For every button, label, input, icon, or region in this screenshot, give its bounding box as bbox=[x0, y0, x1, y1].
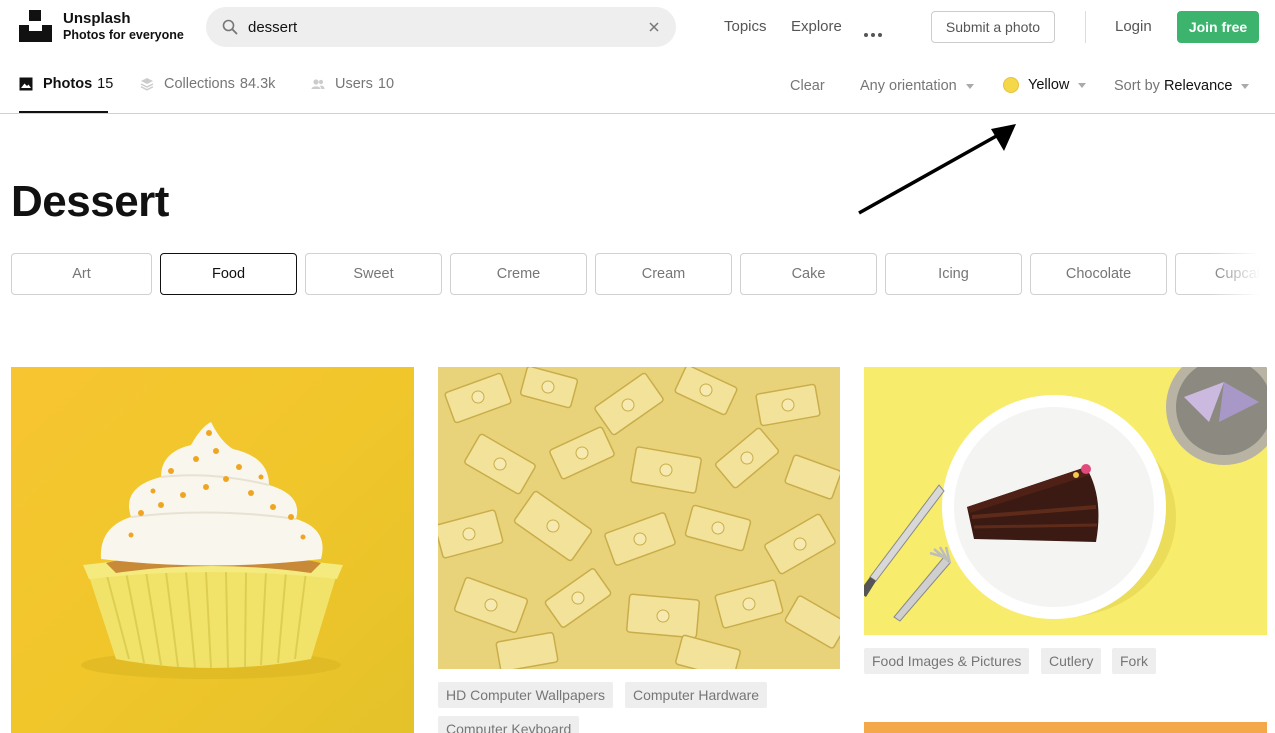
clear-filters-button[interactable]: Clear bbox=[790, 78, 825, 94]
users-icon bbox=[311, 79, 325, 89]
tab-users-count: 10 bbox=[377, 76, 395, 92]
tab-collections-label: Collections bbox=[164, 76, 235, 92]
tab-collections-count: 84.3k bbox=[239, 76, 276, 92]
chip-cake[interactable]: Cake bbox=[740, 253, 877, 295]
chip-creme[interactable]: Creme bbox=[450, 253, 587, 295]
tag-fork[interactable]: Fork bbox=[1112, 648, 1156, 674]
brand-tagline: Photos for everyone bbox=[63, 28, 184, 42]
chevron-down-icon bbox=[965, 83, 974, 89]
active-tab-indicator bbox=[19, 111, 108, 113]
chip-icing[interactable]: Icing bbox=[885, 253, 1022, 295]
tab-users-label: Users bbox=[335, 76, 373, 92]
yellow-swatch-icon bbox=[1003, 77, 1019, 93]
tab-collections[interactable]: Collections 84.3k bbox=[140, 54, 275, 114]
tag-computer-keyboard[interactable]: Computer Keyboard bbox=[438, 716, 580, 733]
chip-food[interactable]: Food bbox=[160, 253, 297, 295]
clear-search-icon[interactable] bbox=[646, 19, 662, 35]
orientation-filter[interactable]: Any orientation bbox=[860, 78, 974, 94]
more-menu-icon[interactable] bbox=[864, 24, 886, 37]
sort-filter[interactable]: Sort by Relevance bbox=[1114, 78, 1250, 94]
chevron-down-icon bbox=[1078, 82, 1087, 88]
join-free-button[interactable]: Join free bbox=[1177, 11, 1259, 43]
tab-photos-label: Photos bbox=[43, 76, 93, 92]
chip-cream[interactable]: Cream bbox=[595, 253, 732, 295]
tag-hd-computer-wallpapers[interactable]: HD Computer Wallpapers bbox=[438, 682, 613, 708]
nav-topics[interactable]: Topics bbox=[724, 18, 767, 35]
page-title: Dessert bbox=[11, 177, 169, 226]
related-searches: Art Food Sweet Creme Cream Cake Icing Ch… bbox=[11, 253, 1269, 296]
submit-photo-button[interactable]: Submit a photo bbox=[931, 11, 1055, 43]
image-icon bbox=[19, 77, 33, 91]
search-input[interactable] bbox=[248, 15, 628, 39]
top-header: Unsplash Photos for everyone Topics Expl… bbox=[0, 0, 1275, 54]
header-divider bbox=[1085, 11, 1086, 43]
tag-cutlery[interactable]: Cutlery bbox=[1041, 648, 1102, 674]
search-bar[interactable] bbox=[206, 7, 676, 47]
sort-prefix: Sort by bbox=[1114, 78, 1160, 94]
photo-cupcake[interactable] bbox=[11, 367, 414, 733]
login-link[interactable]: Login bbox=[1115, 18, 1152, 35]
collections-icon bbox=[140, 78, 154, 91]
photo-cake-tags: Food Images & Pictures Cutlery Fork bbox=[864, 648, 1267, 676]
unsplash-logo-icon[interactable] bbox=[19, 10, 52, 42]
tab-users[interactable]: Users 10 bbox=[311, 54, 394, 114]
color-filter-label: Yellow bbox=[1028, 77, 1070, 93]
tag-computer-hardware[interactable]: Computer Hardware bbox=[625, 682, 768, 708]
chevron-down-icon bbox=[1241, 83, 1250, 89]
annotation-arrow-icon bbox=[858, 124, 1016, 215]
sort-value: Relevance bbox=[1163, 78, 1233, 94]
search-icon[interactable] bbox=[222, 19, 238, 35]
tag-food-images-pictures[interactable]: Food Images & Pictures bbox=[864, 648, 1030, 674]
chip-sweet[interactable]: Sweet bbox=[305, 253, 442, 295]
photo-bricks-tags: HD Computer Wallpapers Computer Hardware… bbox=[438, 682, 840, 733]
search-tabs-bar: Photos 15 Collections 84.3k Users 10 Cle… bbox=[0, 54, 1275, 114]
photo-next-partial[interactable] bbox=[864, 722, 1267, 733]
photo-yellow-bricks[interactable] bbox=[438, 367, 840, 669]
brand-name[interactable]: Unsplash bbox=[63, 10, 131, 27]
nav-explore[interactable]: Explore bbox=[791, 18, 842, 35]
chips-scroll-fade bbox=[1209, 253, 1269, 296]
tab-photos[interactable]: Photos 15 bbox=[19, 54, 113, 114]
orientation-filter-label: Any orientation bbox=[860, 78, 957, 94]
photo-chocolate-cake[interactable] bbox=[864, 367, 1267, 635]
chip-chocolate[interactable]: Chocolate bbox=[1030, 253, 1167, 295]
tab-photos-count: 15 bbox=[97, 76, 114, 92]
chip-art[interactable]: Art bbox=[11, 253, 152, 295]
color-filter[interactable]: Yellow bbox=[1003, 77, 1087, 93]
